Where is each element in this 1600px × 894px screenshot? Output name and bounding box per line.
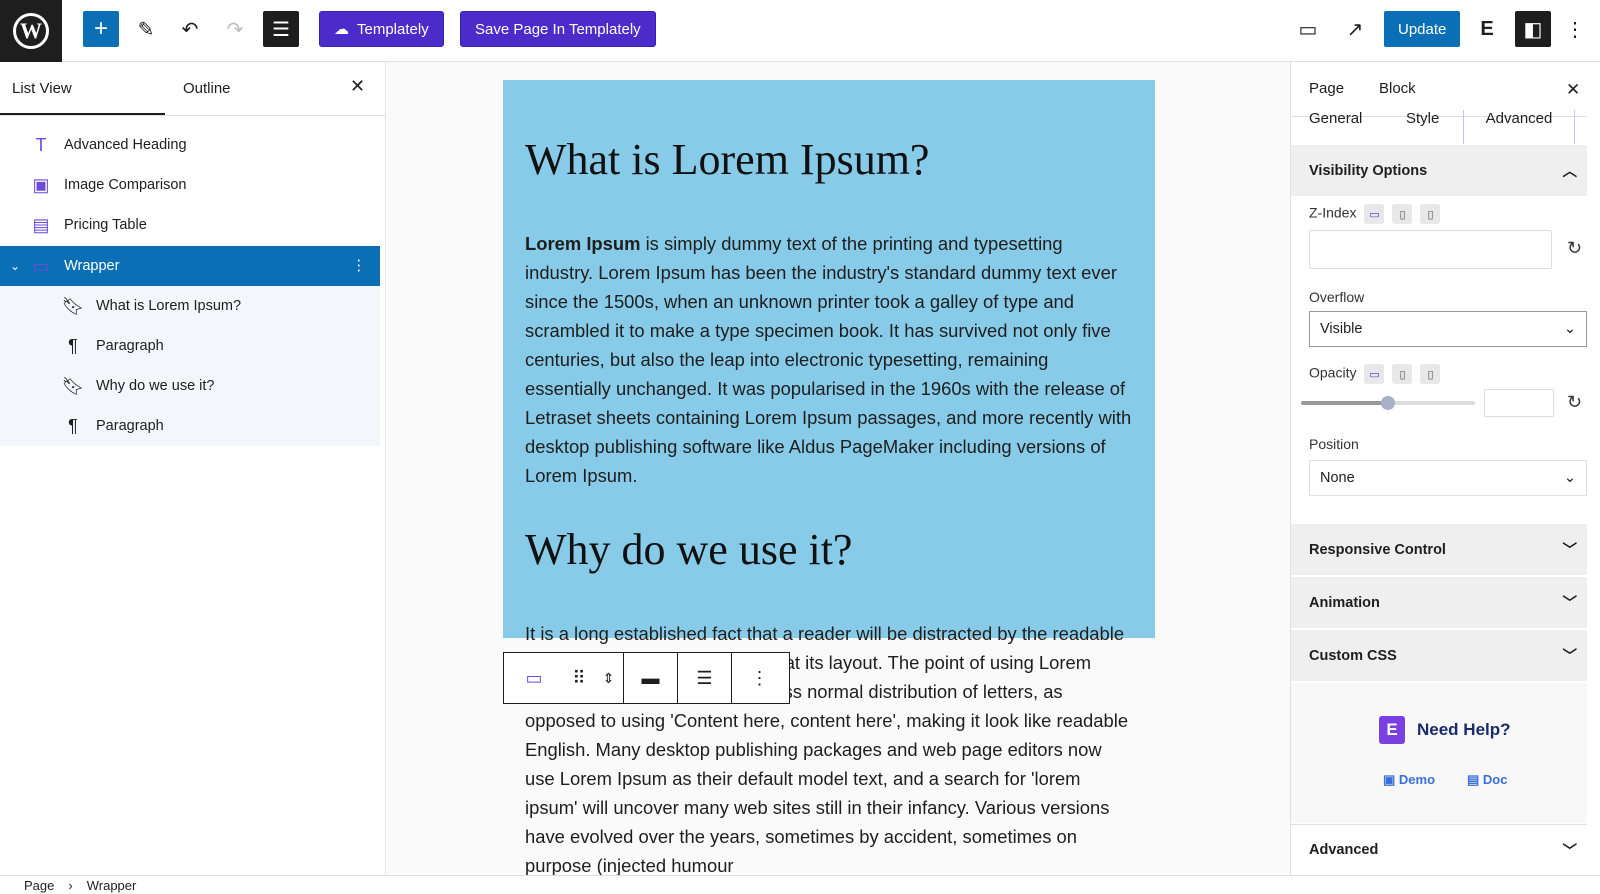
undo-icon[interactable]: ↶	[172, 11, 208, 47]
slider-handle[interactable]	[1381, 396, 1395, 410]
options-icon[interactable]: ⋮	[352, 258, 367, 274]
list-item[interactable]: ¶ Paragraph	[0, 406, 380, 446]
visibility-options-header[interactable]: Visibility Options ︿	[1291, 145, 1587, 197]
chevron-down-icon: ﹀	[1562, 596, 1578, 612]
demo-link[interactable]: ▣ Demo	[1383, 772, 1435, 788]
paragraph-1[interactable]: Lorem Ipsum is simply dummy text of the …	[525, 229, 1135, 490]
opacity-input[interactable]	[1484, 389, 1554, 417]
heading-icon: T	[35, 134, 47, 155]
move-up-down-icon[interactable]: ⇕	[594, 653, 624, 703]
bookmark-icon: 🔖︎	[61, 375, 85, 396]
doc-link[interactable]: ▤ Doc	[1467, 772, 1507, 788]
templately-button[interactable]: ☁ Templately	[319, 11, 444, 47]
need-help: E Need Help?	[1379, 716, 1511, 744]
breadcrumb-page[interactable]: Page	[24, 878, 54, 893]
update-button[interactable]: Update	[1384, 11, 1461, 47]
responsive-control-header[interactable]: Responsive Control ﹀	[1291, 524, 1587, 576]
templately-icon: ☁	[334, 21, 349, 38]
custom-css-header[interactable]: Custom CSS ﹀	[1291, 630, 1587, 682]
essential-blocks-icon[interactable]: E	[1469, 11, 1505, 47]
tablet-icon[interactable]: ▯	[1392, 204, 1413, 224]
essential-blocks-logo: E	[1379, 716, 1405, 744]
paragraph-icon: ¶	[68, 335, 78, 356]
pencil-icon[interactable]: ✎	[128, 11, 164, 47]
tab-outline[interactable]: Outline	[183, 80, 231, 97]
close-icon[interactable]: ✕	[350, 76, 365, 97]
overflow-label: Overflow	[1309, 289, 1365, 305]
wordpress-logo[interactable]: W	[0, 0, 62, 62]
heading-1[interactable]: What is Lorem Ipsum?	[525, 134, 929, 185]
desktop-icon[interactable]: ▭	[1364, 364, 1385, 384]
chevron-down-icon: ⌄	[1563, 321, 1576, 337]
tab-page[interactable]: Page	[1309, 80, 1344, 97]
preview-desktop-icon[interactable]: ▭	[1290, 11, 1326, 47]
list-item[interactable]: ¶ Paragraph	[0, 326, 380, 366]
add-block-button[interactable]: +	[83, 11, 119, 47]
chevron-up-icon: ︿	[1562, 164, 1578, 180]
external-link-icon[interactable]: ↗	[1337, 11, 1373, 47]
tab-general[interactable]: General	[1309, 110, 1362, 130]
more-options-icon[interactable]: ⋮	[1560, 11, 1590, 47]
pricing-table-icon: ▤	[32, 214, 50, 235]
list-view-panel: List View Outline ✕ T Advanced Heading ▣ I…	[0, 62, 386, 875]
position-label: Position	[1309, 436, 1359, 452]
align-full-icon[interactable]: ▬	[624, 653, 678, 703]
image-compare-icon: ▣	[32, 174, 50, 195]
tablet-icon[interactable]: ▯	[1392, 364, 1413, 384]
top-toolbar: W + ✎ ↶ ↷ ☰ ☁ Templately Save Page In Tem…	[0, 0, 1600, 62]
tab-block[interactable]: Block	[1379, 80, 1416, 97]
list-item[interactable]: ▤ Pricing Table	[0, 205, 380, 245]
close-icon[interactable]: ✕	[1566, 80, 1580, 100]
more-options-icon[interactable]: ⋮	[732, 653, 787, 703]
reset-icon[interactable]: ↻	[1567, 392, 1582, 413]
demo-icon: ▣	[1383, 772, 1399, 787]
paragraph-icon: ¶	[68, 415, 78, 436]
breadcrumb-wrapper[interactable]: Wrapper	[87, 878, 137, 893]
settings-sidebar-button[interactable]: ◧	[1515, 11, 1551, 47]
tab-advanced[interactable]: Advanced	[1463, 110, 1575, 144]
heading-2[interactable]: Why do we use it?	[525, 524, 852, 575]
chevron-down-icon: ⌄	[1563, 470, 1576, 486]
wrapper-icon[interactable]: ▭	[504, 653, 564, 703]
animation-header[interactable]: Animation ﹀	[1291, 577, 1587, 629]
mobile-icon[interactable]: ▯	[1420, 204, 1441, 224]
advanced-header[interactable]: Advanced ﹀	[1291, 824, 1587, 876]
save-page-templately-button[interactable]: Save Page In Templately	[460, 11, 656, 47]
chevron-down-icon[interactable]: ⌄	[10, 259, 20, 273]
editor-canvas: What is Lorem Ipsum? Lorem Ipsum is simp…	[387, 62, 1290, 875]
chevron-right-icon: ›	[68, 877, 73, 893]
desktop-icon[interactable]: ▭	[1364, 204, 1385, 224]
list-item[interactable]: 🔖︎ What is Lorem Ipsum?	[0, 286, 380, 326]
block-toolbar: ▭ ⠿ ⇕ ▬ ☰ ⋮	[503, 652, 790, 704]
breadcrumb: Page › Wrapper	[0, 875, 1600, 894]
doc-icon: ▤	[1467, 772, 1483, 787]
list-item[interactable]: 🔖︎ Why do we use it?	[0, 366, 380, 406]
tab-style[interactable]: Style	[1406, 110, 1439, 130]
wrapper-icon: ▭	[32, 255, 50, 276]
chevron-down-icon: ﹀	[1562, 543, 1578, 559]
mobile-icon[interactable]: ▯	[1420, 364, 1441, 384]
tab-list-view[interactable]: List View	[0, 80, 165, 115]
list-view-button[interactable]: ☰	[263, 11, 299, 47]
position-select[interactable]: None ⌄	[1309, 460, 1587, 496]
zindex-label: Z-Index ▭ ▯ ▯	[1309, 204, 1441, 224]
list-item[interactable]: T Advanced Heading	[0, 125, 380, 165]
opacity-slider[interactable]	[1301, 396, 1475, 410]
zindex-input[interactable]	[1309, 230, 1552, 269]
chevron-down-icon: ﹀	[1562, 649, 1578, 665]
opacity-label: Opacity ▭ ▯ ▯	[1309, 364, 1441, 384]
drag-handle-icon[interactable]: ⠿	[564, 653, 594, 703]
align-center-icon[interactable]: ☰	[678, 653, 732, 703]
list-item[interactable]: ▣ Image Comparison	[0, 165, 380, 205]
redo-icon[interactable]: ↷	[217, 11, 253, 47]
reset-icon[interactable]: ↻	[1567, 238, 1582, 259]
list-item-wrapper-selected[interactable]: ⌄ ▭ Wrapper ⋮	[0, 246, 380, 286]
block-settings-panel: Page Block ✕ General Style Advanced Visi…	[1290, 62, 1600, 876]
bookmark-icon: 🔖︎	[61, 295, 85, 316]
overflow-select[interactable]: Visible ⌄	[1309, 311, 1587, 347]
chevron-down-icon: ﹀	[1562, 843, 1578, 860]
